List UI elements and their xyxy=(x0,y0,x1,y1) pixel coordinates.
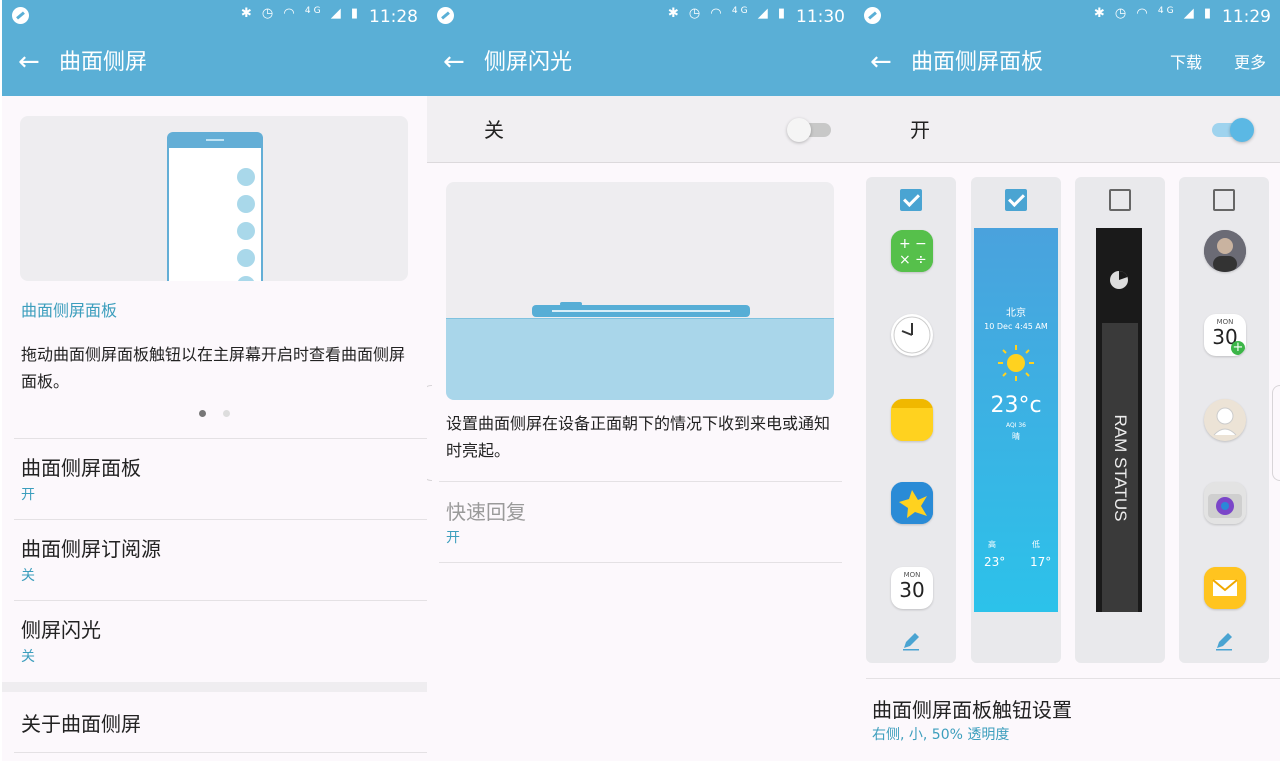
gallery-icon xyxy=(891,482,933,524)
status-time: 11:29 xyxy=(1222,7,1271,27)
status-time: 11:30 xyxy=(796,7,845,27)
master-switch-row[interactable]: 关 xyxy=(427,96,854,163)
panel-checkbox[interactable] xyxy=(1109,189,1131,211)
app-bar: ← 侧屏闪光 xyxy=(427,32,854,96)
memo-icon xyxy=(891,399,933,441)
panel-checkbox[interactable] xyxy=(1213,189,1235,211)
edge-panels-content: 开 + − × ÷ MON 30 北京 10 Dec 4:45 AM 23°c … xyxy=(854,96,1280,761)
switch-label: 开 xyxy=(910,118,930,142)
low-label: 低 xyxy=(1032,540,1040,549)
switch-label: 关 xyxy=(484,118,504,142)
clock-icon xyxy=(891,314,933,356)
panel-checkbox[interactable] xyxy=(1005,189,1027,211)
edit-pencil-icon[interactable] xyxy=(901,631,921,651)
calendar-add-icon: MON 30 + xyxy=(1204,314,1246,356)
ram-status-label: RAM STATUS xyxy=(1111,414,1130,522)
page-title: 侧屏闪光 xyxy=(484,50,573,75)
status-bar: ✱ ◷ ◠ 4G ◢ ▮ 11:28 xyxy=(2,0,427,32)
edit-pencil-icon[interactable] xyxy=(1214,631,1234,651)
pie-chart-icon xyxy=(1110,271,1128,289)
sun-icon xyxy=(998,345,1034,381)
ram-status-widget: RAM STATUS xyxy=(1096,228,1142,612)
status-icons: ✱ ◷ ◠ 4G ◢ ▮ xyxy=(667,6,788,21)
status-bar: ✱ ◷ ◠ 4G ◢ ▮ 11:30 xyxy=(427,0,854,32)
status-time: 11:28 xyxy=(369,7,418,27)
back-arrow-icon[interactable]: ← xyxy=(870,48,898,76)
status-icons: ✱ ◷ ◠ 4G ◢ ▮ xyxy=(240,6,361,21)
item-value: 开 xyxy=(446,530,460,546)
panel-card-apps[interactable]: + − × ÷ MON 30 xyxy=(866,177,956,663)
device-illustration xyxy=(532,302,750,317)
settings-content: 关 设置曲面侧屏在设备正面朝下的情况下收到来电或通知时亮起。 快速回复 开 xyxy=(427,96,854,761)
item-title: 侧屏闪光 xyxy=(21,618,101,642)
phone-illustration xyxy=(167,132,263,281)
weather-temp: 23°c xyxy=(990,393,1042,418)
email-icon xyxy=(1204,567,1246,609)
panel-card-weather[interactable]: 北京 10 Dec 4:45 AM 23°c AQI 36 晴 高 低 23° xyxy=(971,177,1061,663)
master-switch-row[interactable]: 开 xyxy=(854,96,1280,163)
face-down-illustration xyxy=(446,182,834,400)
weather-aqi: AQI 36 xyxy=(1005,422,1027,429)
weather-city: 北京 xyxy=(1006,308,1026,319)
low-temp: 17° xyxy=(1030,555,1052,569)
high-temp: 23° xyxy=(984,555,1006,569)
pager-dot-active[interactable] xyxy=(199,410,206,417)
feature-description: 设置曲面侧屏在设备正面朝下的情况下收到来电或通知时亮起。 xyxy=(446,414,831,460)
weather-condition: 晴 xyxy=(1012,432,1020,441)
high-label: 高 xyxy=(988,540,996,549)
edge-panel-handle[interactable] xyxy=(1272,385,1280,481)
item-title: 曲面侧屏订阅源 xyxy=(21,537,161,561)
weather-datetime: 10 Dec 4:45 AM xyxy=(984,322,1048,331)
edge-panel-handle[interactable] xyxy=(427,385,432,481)
panel-card-ram-status[interactable]: RAM STATUS xyxy=(1075,177,1165,663)
item-value: 关 xyxy=(21,568,35,584)
app-bar: ← 曲面侧屏 xyxy=(2,32,427,96)
weather-widget: 北京 10 Dec 4:45 AM 23°c AQI 36 晴 高 低 23° xyxy=(974,228,1058,612)
contact-avatar-icon xyxy=(1204,399,1246,441)
pager-dot[interactable] xyxy=(223,410,230,417)
edge-panel-illustration xyxy=(20,116,408,281)
svg-text:×: × xyxy=(899,252,911,268)
notification-icon xyxy=(12,7,29,24)
calendar-icon: MON 30 xyxy=(891,567,933,609)
feature-description: 拖动曲面侧屏面板触钮以在主屏幕开启时查看曲面侧屏面板。 xyxy=(21,345,406,391)
edge-panels-manager: ✱ ◷ ◠ 4G ◢ ▮ 11:29 ← 曲面侧屏面板 下载 更多 开 + − × ÷ xyxy=(854,0,1280,761)
svg-text:−: − xyxy=(915,236,927,252)
handle-settings-summary: 右侧, 小, 50% 透明度 xyxy=(872,727,1010,743)
download-button[interactable]: 下载 xyxy=(1170,52,1202,74)
edge-screen-settings-panel: ✱ ◷ ◠ 4G ◢ ▮ 11:28 ← 曲面侧屏 曲面侧屏面板 拖动曲面侧屏面… xyxy=(2,0,427,761)
page-title: 曲面侧屏面板 xyxy=(911,50,1044,75)
item-title: 曲面侧屏面板 xyxy=(21,456,141,480)
app-bar: ← 曲面侧屏面板 下载 更多 xyxy=(854,32,1280,96)
back-arrow-icon[interactable]: ← xyxy=(443,48,471,76)
item-value: 开 xyxy=(21,487,35,503)
item-value: 关 xyxy=(21,649,35,665)
about-edge-screen[interactable]: 关于曲面侧屏 xyxy=(21,710,141,738)
calculator-icon: + − × ÷ xyxy=(891,230,933,272)
settings-content: 曲面侧屏面板 拖动曲面侧屏面板触钮以在主屏幕开启时查看曲面侧屏面板。 曲面侧屏面… xyxy=(2,96,427,761)
handle-settings-title: 曲面侧屏面板触钮设置 xyxy=(872,698,1072,722)
panel-card-people[interactable]: MON 30 + xyxy=(1179,177,1269,663)
status-icons: ✱ ◷ ◠ 4G ◢ ▮ xyxy=(1093,6,1214,21)
edge-lighting-panel: ✱ ◷ ◠ 4G ◢ ▮ 11:30 ← 侧屏闪光 关 设置曲面侧屏在设备正面朝… xyxy=(427,0,854,761)
more-button[interactable]: 更多 xyxy=(1234,52,1266,74)
svg-text:+: + xyxy=(899,236,911,252)
notification-icon xyxy=(864,7,881,24)
item-title: 快速回复 xyxy=(446,500,526,524)
camera-icon xyxy=(1204,482,1246,524)
status-bar: ✱ ◷ ◠ 4G ◢ ▮ 11:29 xyxy=(854,0,1280,32)
feature-title: 曲面侧屏面板 xyxy=(21,301,118,320)
back-arrow-icon[interactable]: ← xyxy=(18,48,46,76)
panel-checkbox[interactable] xyxy=(900,189,922,211)
page-title: 曲面侧屏 xyxy=(59,50,148,75)
notification-icon xyxy=(437,7,454,24)
contact-photo-icon xyxy=(1204,230,1246,272)
section-separator xyxy=(2,682,427,692)
svg-text:÷: ÷ xyxy=(915,252,927,268)
